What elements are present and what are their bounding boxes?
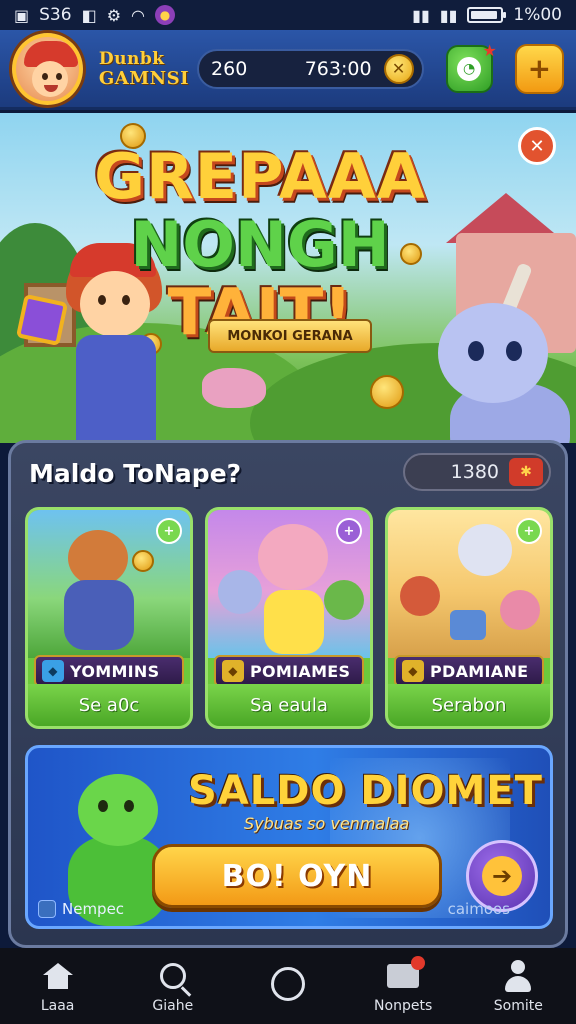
signal-icon: ▮▮ <box>439 5 458 25</box>
nav-item-search[interactable]: Giahe <box>118 958 228 1014</box>
hero-banner[interactable]: GREPAAA NONGH TAIT! MONKOI GERANA ✕ <box>0 113 576 443</box>
avatar[interactable] <box>12 32 83 105</box>
plus-icon[interactable]: + <box>156 518 182 544</box>
character-art <box>458 524 512 576</box>
card-tag-label: POMIAMES <box>250 661 351 681</box>
hero-title-line-2: NONGH <box>130 208 390 281</box>
card-tag: ◆ POMIAMES <box>214 655 364 687</box>
character-art <box>64 580 134 650</box>
hex-gem-icon: ◆ <box>222 660 244 682</box>
game-card[interactable]: + ◆ PDAMIANE Serabon <box>385 507 553 729</box>
chat-bubble-icon: ◔ <box>457 56 482 81</box>
home-icon <box>40 958 76 994</box>
character-art <box>68 530 128 586</box>
card-tag: ◆ YOMMINS <box>34 655 184 687</box>
resource-value-2: 763:00 <box>304 57 372 80</box>
status-bar: ▣ S36 ◧ ⚙ ◠ ● ▮▮ ▮▮ 1%00 <box>0 0 576 30</box>
promo-left-text: Nempec <box>62 900 125 918</box>
promo-left-label: Nempec <box>38 900 124 918</box>
brand-logo: Dunbk GAMNSI <box>98 48 190 89</box>
nav-label: Laaa <box>40 998 75 1014</box>
plus-icon[interactable]: + <box>336 518 362 544</box>
user-icon <box>500 958 536 994</box>
promo-right-label: caimoos <box>447 900 510 918</box>
coin-icon <box>370 375 404 409</box>
nav-label: Nonpets <box>374 998 433 1014</box>
currency-counter[interactable]: 1380 ✱ <box>403 453 551 491</box>
coin-icon: ● <box>155 5 175 25</box>
close-button[interactable]: ✕ <box>518 127 556 165</box>
nav-item-messages[interactable]: Nonpets <box>348 956 458 1014</box>
gear-icon: ⚙ <box>106 5 122 25</box>
plus-icon[interactable]: + <box>516 518 542 544</box>
nfc-icon: ◧ <box>81 5 97 25</box>
nav-item-home[interactable]: Laaa <box>3 958 113 1014</box>
hero-title: GREPAAA NONGH TAIT! <box>60 140 460 348</box>
coin-icon[interactable]: ✕ <box>383 53 414 84</box>
promo-banner[interactable]: SALDO DIOMET Sybuas so venmalaa BO! OYN … <box>25 745 553 929</box>
hero-title-line-1: GREPAAA <box>94 140 426 213</box>
character-art <box>258 524 328 590</box>
top-hud: Dunbk GAMNSI 260 763:00 ✕ ◔ ★ + <box>0 30 576 110</box>
card-label: Sa eaula <box>208 684 370 726</box>
search-icon <box>155 958 191 994</box>
game-panel: Maldo ToNape? 1380 ✱ + ◆ YOMMINS Se a0c … <box>8 440 568 948</box>
character-art <box>218 570 262 614</box>
coin-icon <box>132 550 154 572</box>
card-tag: ◆ PDAMIANE <box>394 655 544 687</box>
bottom-nav: Laaa Giahe Nonpets Somite <box>0 948 576 1024</box>
play-button[interactable]: BO! OYN <box>152 844 442 908</box>
card-label: Serabon <box>388 684 550 726</box>
star-icon: ★ <box>482 40 497 60</box>
character-art <box>500 590 540 630</box>
pet-character <box>202 368 266 408</box>
hero-ribbon: MONKOI GERANA <box>208 319 372 353</box>
counter-value: 1380 <box>450 461 499 483</box>
treasure-chest-art <box>450 610 486 640</box>
square-icon <box>38 900 56 918</box>
resource-value-1: 260 <box>211 57 248 80</box>
nav-label: Giahe <box>152 998 194 1014</box>
battery-icon <box>467 7 507 23</box>
add-button[interactable]: + <box>514 43 564 94</box>
signal-icon: ▮▮ <box>412 5 430 25</box>
game-card[interactable]: + ◆ YOMMINS Se a0c <box>25 507 193 729</box>
status-left-text: S36 <box>39 5 72 25</box>
mail-icon <box>385 956 426 994</box>
hex-gem-icon: ◆ <box>42 660 64 682</box>
resource-bar: 260 763:00 ✕ <box>197 48 424 89</box>
character-art <box>400 576 440 616</box>
panel-title: Maldo ToNape? <box>29 459 242 488</box>
nav-item-profile[interactable]: Somite <box>463 958 573 1014</box>
character-art <box>264 590 324 654</box>
status-right: ▮▮ ▮▮ 1%00 <box>412 5 562 25</box>
promo-subtitle: Sybuas so venmalaa <box>244 814 410 833</box>
status-left: ▣ S36 ◧ ⚙ ◠ ● <box>14 5 175 25</box>
hex-gem-icon: ◆ <box>402 660 424 682</box>
promo-title: SALDO DIOMET <box>188 768 543 814</box>
image-icon: ▣ <box>14 5 30 25</box>
counter-badge-icon: ✱ <box>509 458 543 486</box>
character-art <box>324 580 364 620</box>
chat-button[interactable]: ◔ ★ <box>445 41 497 93</box>
wifi-icon: ◠ <box>131 5 145 25</box>
nav-item-center[interactable] <box>233 966 343 1006</box>
arrow-right-icon: ➔ <box>482 856 522 896</box>
game-card[interactable]: + ◆ POMIAMES Sa eaula <box>205 507 373 729</box>
nav-label: Somite <box>493 998 543 1014</box>
card-tag-label: YOMMINS <box>70 661 160 681</box>
status-time: 1%00 <box>513 5 562 25</box>
card-label: Se a0c <box>28 684 190 726</box>
brand-line-2: GAMNSI <box>98 67 190 89</box>
circle-icon <box>270 966 306 1002</box>
card-tag-label: PDAMIANE <box>430 661 529 681</box>
brand-line-1: Dunbk <box>98 48 165 69</box>
